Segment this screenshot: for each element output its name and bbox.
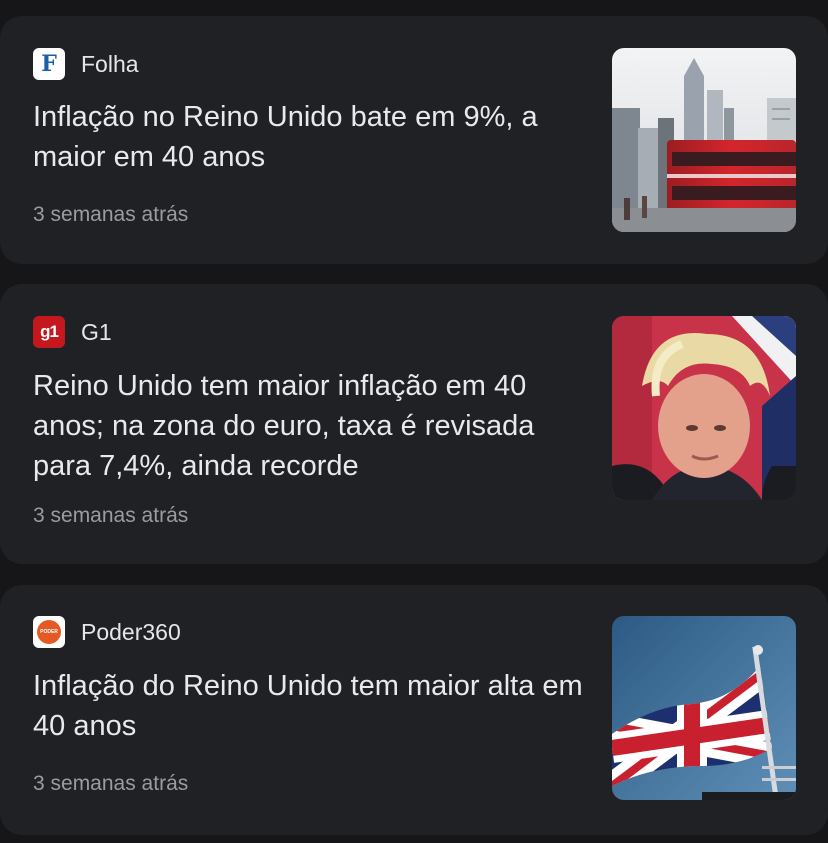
- news-card[interactable]: F Folha Inflação no Reino Unido bate em …: [0, 16, 828, 264]
- source-name: G1: [81, 318, 112, 345]
- source-name: Folha: [81, 50, 139, 77]
- london-bus-skyline-photo[interactable]: [612, 48, 796, 232]
- news-card[interactable]: PODER Poder360 Inflação do Reino Unido t…: [0, 585, 828, 835]
- poder360-logo-mark: PODER: [37, 620, 61, 644]
- headline[interactable]: Inflação do Reino Unido tem maior alta e…: [33, 666, 593, 746]
- timestamp: 3 semanas atrás: [33, 504, 189, 527]
- news-card[interactable]: g1 G1 Reino Unido tem maior inflação em …: [0, 284, 828, 564]
- poder360-logo-icon: PODER: [33, 616, 65, 648]
- news-feed: F Folha Inflação no Reino Unido bate em …: [0, 0, 828, 843]
- timestamp: 3 semanas atrás: [33, 772, 189, 795]
- headline[interactable]: Reino Unido tem maior inflação em 40 ano…: [33, 366, 593, 486]
- source-row: PODER Poder360: [33, 616, 181, 648]
- union-jack-flag-photo[interactable]: [612, 616, 796, 800]
- politician-portrait-photo[interactable]: [612, 316, 796, 500]
- source-name: Poder360: [81, 618, 181, 645]
- headline[interactable]: Inflação no Reino Unido bate em 9%, a ma…: [33, 97, 593, 177]
- folha-logo-icon: F: [33, 48, 65, 80]
- g1-logo-icon: g1: [33, 316, 65, 348]
- source-row: g1 G1: [33, 316, 112, 348]
- timestamp: 3 semanas atrás: [33, 203, 189, 226]
- source-row: F Folha: [33, 48, 139, 80]
